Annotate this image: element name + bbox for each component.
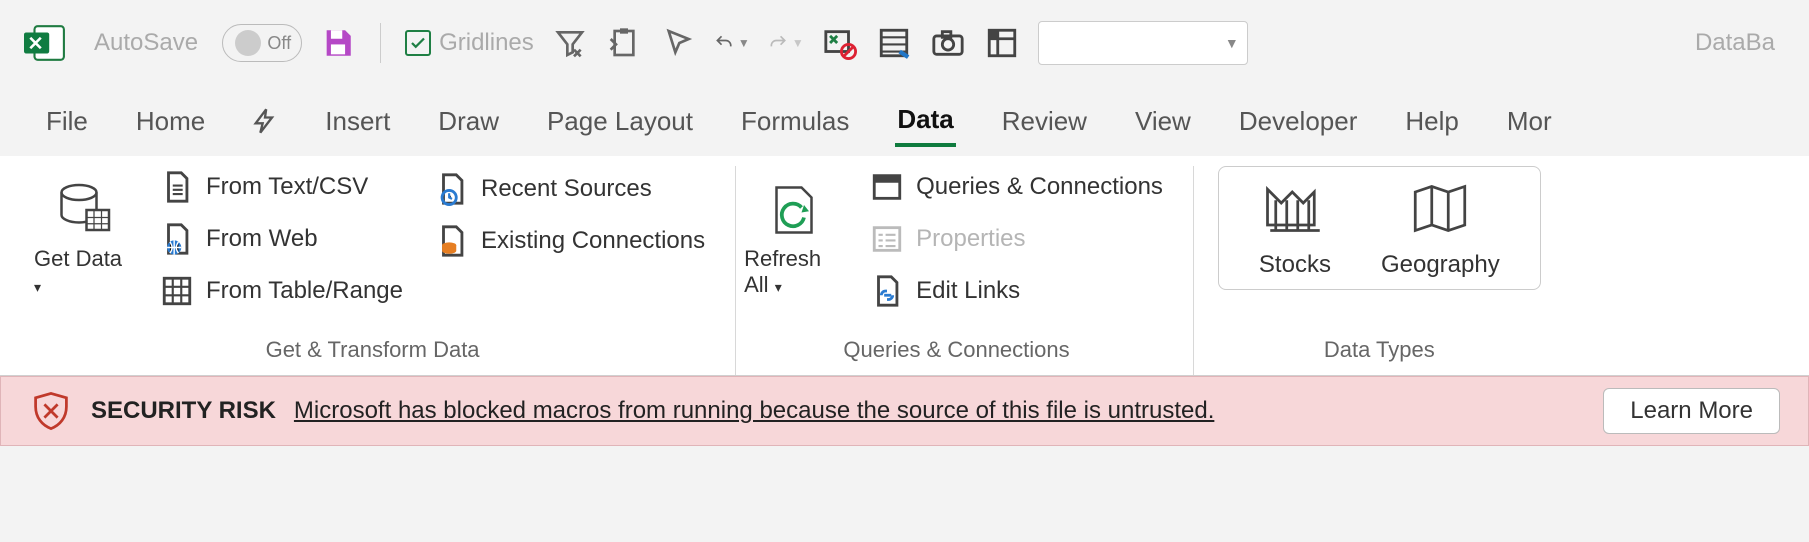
chevron-down-icon: ▾	[775, 279, 782, 295]
map-icon	[1407, 181, 1473, 241]
tab-more[interactable]: Mor	[1505, 98, 1554, 145]
redo-icon[interactable]: ▼	[768, 25, 804, 61]
link-icon	[870, 274, 904, 308]
properties-button: Properties	[864, 218, 1169, 260]
checkmark-icon	[405, 30, 431, 56]
camera-icon[interactable]	[930, 25, 966, 61]
file-text-icon	[160, 170, 194, 204]
tab-insert[interactable]: Insert	[323, 98, 392, 145]
panel-icon	[870, 170, 904, 204]
macro-error-icon[interactable]	[822, 25, 858, 61]
group-queries-connections: Refresh All ▾ Queries & Connections Prop…	[736, 166, 1194, 375]
autosave-state-text: Off	[267, 33, 291, 54]
security-message[interactable]: Microsoft has blocked macros from runnin…	[294, 397, 1214, 425]
autosave-toggle-knob	[235, 30, 261, 56]
queries-connections-label: Queries & Connections	[916, 173, 1163, 201]
group-title-queries: Queries & Connections	[744, 333, 1169, 369]
database-icon	[54, 180, 114, 240]
stocks-label: Stocks	[1259, 251, 1331, 279]
get-data-button[interactable]: Get Data ▾	[34, 166, 134, 312]
filter-clear-icon[interactable]	[552, 25, 588, 61]
tab-data[interactable]: Data	[895, 96, 955, 147]
from-table-range-button[interactable]: From Table/Range	[154, 270, 409, 312]
excel-logo-icon	[24, 22, 66, 64]
name-box[interactable]: ▼	[1038, 21, 1248, 65]
group-title-datatypes: Data Types	[1218, 333, 1541, 369]
security-warning-bar: SECURITY RISK Microsoft has blocked macr…	[0, 376, 1809, 446]
refresh-all-label: Refresh All	[744, 246, 821, 297]
ribbon-tabs: File Home Insert Draw Page Layout Formul…	[0, 86, 1809, 156]
stocks-datatype[interactable]: Stocks	[1259, 181, 1331, 279]
group-data-types: Stocks Geography Data Types	[1194, 166, 1565, 375]
save-icon[interactable]	[320, 25, 356, 61]
cursor-icon[interactable]	[660, 25, 696, 61]
group-get-transform: Get Data ▾ From Text/CSV From Web From T…	[26, 166, 736, 375]
queries-connections-button[interactable]: Queries & Connections	[864, 166, 1169, 208]
recent-sources-label: Recent Sources	[481, 175, 652, 203]
refresh-icon	[764, 180, 824, 240]
existing-connections-button[interactable]: Existing Connections	[429, 220, 711, 262]
tab-formulas[interactable]: Formulas	[739, 98, 851, 145]
paste-icon[interactable]	[606, 25, 642, 61]
get-data-label: Get Data	[34, 246, 122, 271]
gridlines-checkbox[interactable]: Gridlines	[405, 29, 534, 57]
file-clock-icon	[435, 172, 469, 206]
chevron-down-icon: ▼	[1225, 35, 1239, 51]
stocks-icon	[1262, 181, 1328, 241]
form-icon[interactable]	[876, 25, 912, 61]
group-title-get-transform: Get & Transform Data	[34, 333, 711, 369]
autosave-toggle[interactable]: Off	[222, 24, 302, 62]
tab-developer[interactable]: Developer	[1237, 98, 1360, 145]
tab-view[interactable]: View	[1133, 98, 1193, 145]
freeze-panes-icon[interactable]	[984, 25, 1020, 61]
properties-label: Properties	[916, 225, 1025, 253]
geography-datatype[interactable]: Geography	[1381, 181, 1500, 279]
security-title: SECURITY RISK	[91, 397, 276, 425]
existing-connections-label: Existing Connections	[481, 227, 705, 255]
data-types-gallery[interactable]: Stocks Geography	[1218, 166, 1541, 290]
edit-links-label: Edit Links	[916, 277, 1020, 305]
autosave-label: AutoSave	[94, 29, 198, 57]
tab-help[interactable]: Help	[1403, 98, 1460, 145]
ribbon-content: Get Data ▾ From Text/CSV From Web From T…	[0, 156, 1809, 376]
properties-icon	[870, 222, 904, 256]
recent-sources-button[interactable]: Recent Sources	[429, 168, 711, 210]
tab-file[interactable]: File	[44, 98, 90, 145]
from-table-range-label: From Table/Range	[206, 277, 403, 305]
from-web-button[interactable]: From Web	[154, 218, 409, 260]
learn-more-button[interactable]: Learn More	[1603, 388, 1780, 434]
shield-icon	[29, 389, 73, 433]
refresh-all-button[interactable]: Refresh All ▾	[744, 166, 844, 312]
file-database-icon	[435, 224, 469, 258]
lightning-icon[interactable]	[251, 107, 279, 135]
tab-pagelayout[interactable]: Page Layout	[545, 98, 695, 145]
table-icon	[160, 274, 194, 308]
geography-label: Geography	[1381, 251, 1500, 279]
gridlines-label: Gridlines	[439, 29, 534, 57]
chevron-down-icon: ▾	[34, 279, 41, 295]
document-title: DataBa	[1695, 29, 1785, 57]
from-text-csv-label: From Text/CSV	[206, 173, 368, 201]
from-web-label: From Web	[206, 225, 318, 253]
tab-draw[interactable]: Draw	[436, 98, 501, 145]
edit-links-button[interactable]: Edit Links	[864, 270, 1169, 312]
separator	[380, 23, 381, 63]
file-web-icon	[160, 222, 194, 256]
quick-access-toolbar: AutoSave Off Gridlines ▼ ▼ ▼	[0, 0, 1809, 86]
from-text-csv-button[interactable]: From Text/CSV	[154, 166, 409, 208]
tab-home[interactable]: Home	[134, 98, 207, 145]
tab-review[interactable]: Review	[1000, 98, 1089, 145]
undo-icon[interactable]: ▼	[714, 25, 750, 61]
